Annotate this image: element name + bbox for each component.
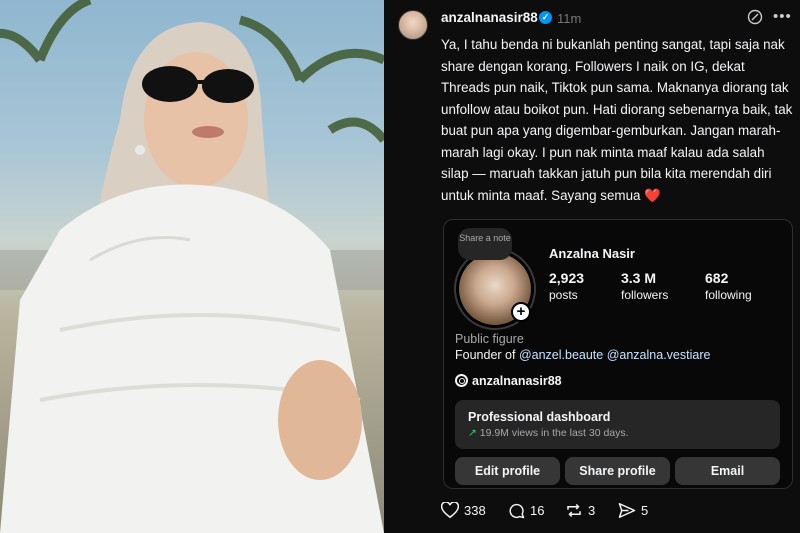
heart-icon xyxy=(441,502,459,519)
threads-icon xyxy=(455,374,468,387)
edit-profile-button[interactable]: Edit profile xyxy=(455,457,560,485)
heart-emoji: ❤️ xyxy=(644,187,661,203)
threads-badge[interactable]: anzalnanasir88 xyxy=(455,374,562,388)
founder-link-2[interactable]: @anzalna.vestiare xyxy=(607,348,711,362)
threads-handle: anzalnanasir88 xyxy=(472,374,562,388)
caption-text: Ya, I tahu benda ni bukanlah penting san… xyxy=(441,37,793,203)
reply-count: 16 xyxy=(530,503,545,518)
dashboard-title: Professional dashboard xyxy=(468,410,611,424)
profile-bio: Founder of @anzel.beaute @anzalna.vestia… xyxy=(455,348,710,362)
professional-dashboard[interactable]: Professional dashboard ↗ 19.9M views in … xyxy=(455,400,780,449)
post-username[interactable]: anzalnanasir88 xyxy=(441,10,538,25)
stat-following-value: 682 xyxy=(705,270,729,286)
verified-badge-icon: ✓ xyxy=(539,11,552,24)
repost-count: 3 xyxy=(588,503,596,518)
post-photo[interactable] xyxy=(0,0,384,533)
edit-icon[interactable] xyxy=(747,9,763,25)
email-button[interactable]: Email xyxy=(675,457,780,485)
post-caption: Ya, I tahu benda ni bukanlah penting san… xyxy=(441,34,793,206)
comment-icon xyxy=(509,503,525,519)
add-story-icon: + xyxy=(511,302,531,322)
founder-prefix: Founder of xyxy=(455,348,516,362)
stat-posts: 2,923 posts xyxy=(549,270,584,302)
post-time: 11m xyxy=(557,11,582,26)
reply-action[interactable]: 16 xyxy=(508,502,544,519)
stat-following-label: following xyxy=(705,288,752,302)
stat-followers-label: followers xyxy=(621,288,669,302)
share-count: 5 xyxy=(641,503,649,518)
dashboard-subtitle-text: 19.9M views in the last 30 days. xyxy=(479,427,629,439)
share-action[interactable]: 5 xyxy=(618,502,648,519)
woman-in-white-photo xyxy=(0,0,384,533)
trend-up-icon: ↗ xyxy=(468,427,477,439)
stat-posts-label: posts xyxy=(549,288,578,302)
repost-icon xyxy=(567,503,581,518)
stat-followers-value: 3.3 M xyxy=(621,270,657,286)
avatar[interactable] xyxy=(398,10,428,40)
stat-following: 682 following xyxy=(705,270,752,302)
profile-category: Public figure xyxy=(455,332,524,346)
founder-link-1[interactable]: @anzel.beaute xyxy=(519,348,603,362)
stat-followers: 3.3 M followers xyxy=(621,270,668,302)
profile-screenshot-card[interactable]: Share a note + Anzalna Nasir 2,923 posts… xyxy=(443,219,793,489)
note-bubble: Share a note xyxy=(458,228,512,260)
profile-name: Anzalna Nasir xyxy=(549,246,635,261)
dashboard-subtitle: ↗ 19.9M views in the last 30 days. xyxy=(468,427,629,439)
more-options-icon[interactable]: ••• xyxy=(773,8,792,25)
like-count: 338 xyxy=(464,503,486,518)
stat-posts-value: 2,923 xyxy=(549,270,585,286)
share-profile-button[interactable]: Share profile xyxy=(565,457,670,485)
send-icon xyxy=(618,503,636,518)
repost-action[interactable]: 3 xyxy=(565,502,595,519)
threads-post: anzalnanasir88 ✓ 11m ••• Ya, I tahu bend… xyxy=(384,0,800,533)
like-action[interactable]: 338 xyxy=(441,502,486,519)
